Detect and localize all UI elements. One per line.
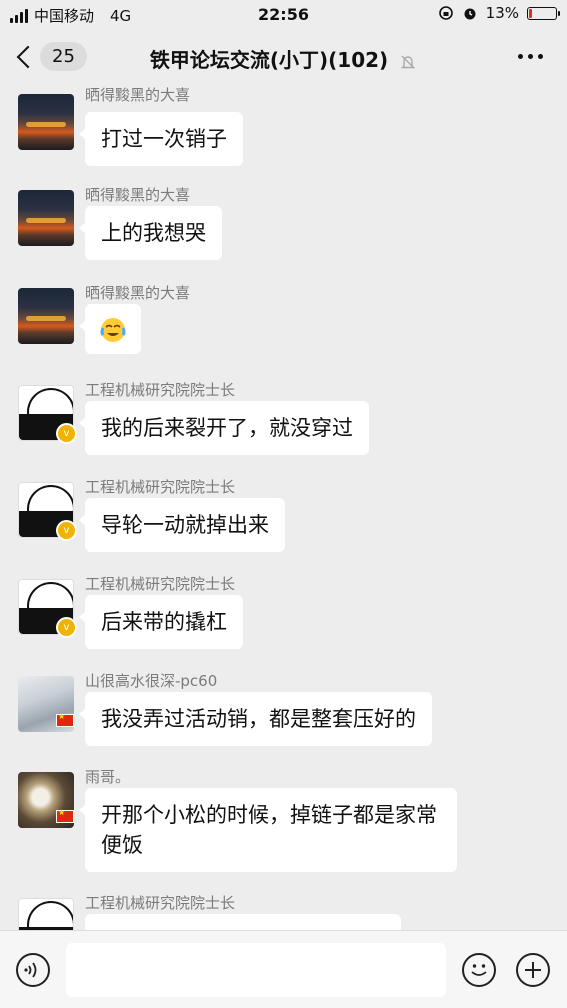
sender-name: 山很高水很深-pc60 bbox=[85, 672, 218, 690]
message-bubble[interactable]: 导轮一动就掉出来 bbox=[79, 498, 285, 552]
status-bar: 中国移动 4G 22:56 13% bbox=[0, 0, 567, 30]
smiley-icon bbox=[471, 964, 487, 976]
chat-title-wrap: 铁甲论坛交流(小丁)(102) bbox=[0, 44, 567, 73]
message-bubble[interactable] bbox=[85, 914, 401, 930]
sender-name: 雨哥。 bbox=[85, 768, 131, 786]
sender-name: 晒得黢黑的大喜 bbox=[85, 186, 191, 204]
voice-icon bbox=[24, 962, 37, 978]
message-bubble[interactable]: 后来带的撬杠 bbox=[79, 595, 243, 649]
input-bar bbox=[0, 930, 567, 1008]
message-bubble[interactable]: 开那个小松的时候，掉链子都是家常便饭 bbox=[79, 788, 457, 872]
sender-name: 工程机械研究院院士长 bbox=[85, 575, 236, 593]
alarm-icon bbox=[464, 8, 476, 20]
sender-name: 工程机械研究院院士长 bbox=[85, 478, 236, 496]
message-bubble[interactable]: 我没弄过活动销，都是整套压好的 bbox=[79, 692, 432, 746]
avatar[interactable] bbox=[18, 898, 74, 930]
chat-title: 铁甲论坛交流(小丁)(102) bbox=[149, 48, 389, 72]
chat-header: 25 铁甲论坛交流(小丁)(102) bbox=[0, 30, 567, 86]
verified-badge-icon: v bbox=[56, 617, 77, 638]
battery-percent: 13% bbox=[485, 4, 519, 22]
sender-name: 晒得黢黑的大喜 bbox=[85, 86, 191, 104]
message-bubble[interactable] bbox=[79, 304, 141, 354]
message-list[interactable]: 晒得黢黑的大喜 打过一次销子 晒得黢黑的大喜 上的我想哭 晒得黢黑的大喜 v 工… bbox=[0, 86, 567, 930]
message-bubble[interactable]: 上的我想哭 bbox=[79, 206, 222, 260]
rotation-lock-icon bbox=[438, 6, 453, 20]
verified-badge-icon: v bbox=[56, 520, 77, 541]
message-bubble[interactable]: 我的后来裂开了，就没穿过 bbox=[79, 401, 369, 455]
more-functions-button[interactable] bbox=[516, 953, 550, 987]
avatar[interactable] bbox=[18, 190, 74, 246]
sender-name: 晒得黢黑的大喜 bbox=[85, 284, 191, 302]
more-options-button[interactable] bbox=[518, 54, 543, 59]
sender-name: 工程机械研究院院士长 bbox=[85, 381, 236, 399]
emoji-button[interactable] bbox=[462, 953, 496, 987]
verified-badge-icon: v bbox=[56, 423, 77, 444]
avatar[interactable] bbox=[18, 94, 74, 150]
avatar[interactable] bbox=[18, 288, 74, 344]
sender-name: 工程机械研究院院士长 bbox=[85, 894, 236, 912]
plus-icon bbox=[525, 962, 541, 978]
mute-bell-icon bbox=[400, 55, 416, 68]
voice-input-button[interactable] bbox=[16, 953, 50, 987]
face-with-tears-emoji-icon bbox=[100, 318, 126, 342]
china-flag-icon bbox=[56, 808, 74, 823]
message-bubble[interactable]: 打过一次销子 bbox=[79, 112, 243, 166]
china-flag-icon bbox=[56, 712, 74, 727]
message-input[interactable] bbox=[66, 943, 446, 997]
battery-icon bbox=[527, 6, 560, 20]
